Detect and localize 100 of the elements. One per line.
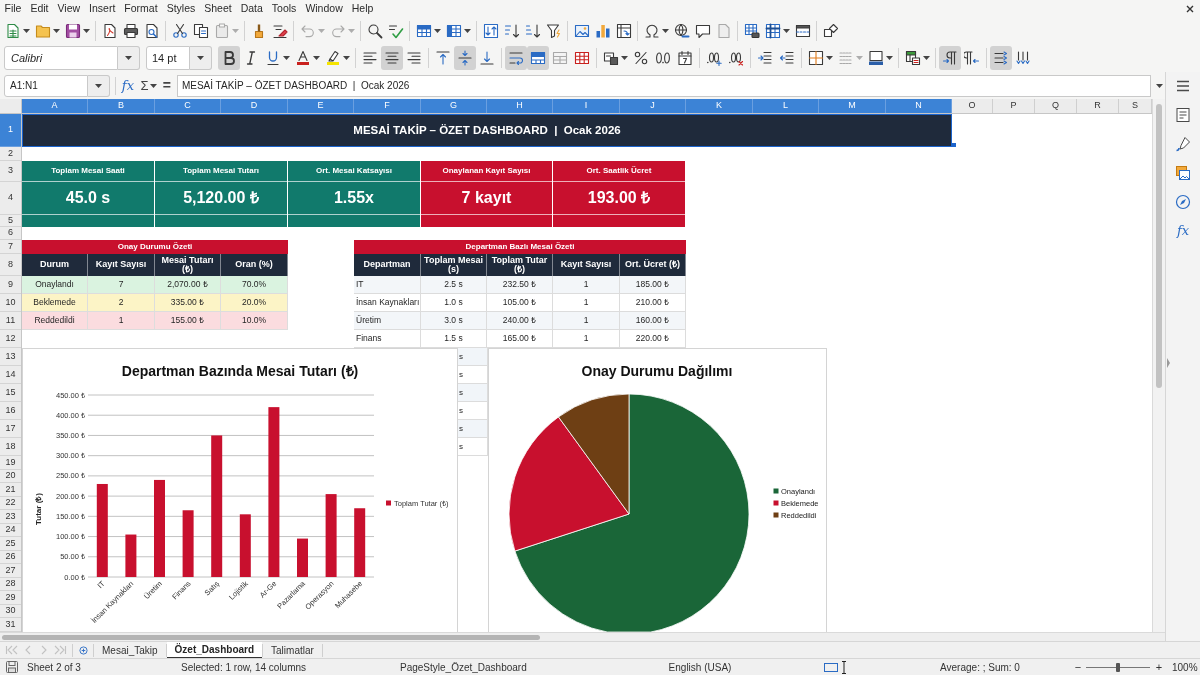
align-middle-button[interactable] [454,46,476,70]
align-center-button[interactable] [381,46,403,70]
row-header[interactable]: 22 [0,497,21,510]
menu-item[interactable]: View [53,0,85,17]
row-header[interactable]: 15 [0,384,21,402]
column-header[interactable]: O [952,99,993,113]
row-header[interactable]: 18 [0,438,21,456]
horizontal-scrollbar[interactable] [0,632,1165,641]
row-header[interactable]: 14 [0,366,21,384]
text-left-to-right-button[interactable] [990,46,1012,70]
column-header[interactable]: H [487,99,553,113]
bold-button[interactable] [218,46,240,70]
row-header[interactable]: 8 [0,254,21,276]
selection-mode-icon[interactable] [823,662,838,672]
row-header[interactable]: 13 [0,348,21,366]
sheet-tab[interactable]: Özet_Dashboard [166,641,263,659]
column-header[interactable]: F [354,99,421,113]
row-header[interactable]: 29 [0,591,21,605]
row-header[interactable]: 20 [0,470,21,483]
menu-item[interactable]: Edit [25,0,53,17]
row-header[interactable]: 11 [0,312,21,330]
menu-item[interactable]: Tools [267,0,301,17]
row-header[interactable]: 19 [0,456,21,470]
row-header[interactable]: 23 [0,510,21,524]
column-header[interactable]: A [22,99,88,113]
row-header[interactable]: 12 [0,330,21,348]
vertical-scrollbar[interactable] [1152,99,1165,632]
row-header[interactable]: 1 [0,114,21,147]
dropdown-button[interactable] [87,74,110,97]
zoom-level-label: 100% [1172,660,1198,675]
column-header[interactable]: C [155,99,221,113]
menu-icon [1176,80,1190,92]
column-header[interactable]: R [1077,99,1119,113]
row-header[interactable]: 9 [0,276,21,294]
column-header[interactable]: Q [1035,99,1077,113]
fill-handle[interactable] [952,143,956,147]
wrap-text-button[interactable] [505,46,527,70]
zoom-in-button[interactable]: + [1154,661,1164,673]
navigator-button[interactable] [1173,192,1193,212]
row-header[interactable]: 2 [0,147,21,161]
left-to-right-button[interactable] [939,46,961,70]
menu-item[interactable]: Sheet [199,0,237,17]
dropdown-button[interactable] [118,46,140,70]
row-header[interactable]: 25 [0,537,21,551]
column-header[interactable]: I [553,99,620,113]
row-header[interactable]: 6 [0,227,21,240]
menu-item[interactable]: File [0,0,26,17]
sheet-tab[interactable]: Talimatlar [263,641,322,659]
column-header[interactable]: P [993,99,1035,113]
scrollbar-thumb[interactable] [1156,104,1162,388]
row-header[interactable]: 3 [0,161,21,182]
column-header[interactable]: B [88,99,155,113]
functions-button[interactable]: fx [1173,221,1193,241]
row-header[interactable]: 10 [0,294,21,312]
font-size-field[interactable]: 14 pt [146,46,190,70]
font-name-field[interactable]: Calibri [4,46,118,70]
row-header[interactable]: 7 [0,240,21,254]
row-header[interactable]: 17 [0,420,21,438]
row-header[interactable]: 5 [0,215,21,227]
menu-item[interactable]: Format [119,0,163,17]
name-box-field[interactable]: A1:N1 [4,74,88,97]
add-sheet-icon[interactable] [79,645,88,655]
menu-item[interactable]: Help [347,0,378,17]
row-header[interactable]: 16 [0,402,21,420]
row-header[interactable]: 30 [0,605,21,618]
align-right-icon [406,50,422,66]
column-header[interactable]: M [819,99,886,113]
sheet-tab[interactable]: Mesai_Takip [94,641,166,659]
row-header[interactable]: 21 [0,483,21,497]
row-header[interactable]: 28 [0,578,21,591]
zoom-slider[interactable] [1086,662,1150,672]
row-header[interactable]: 26 [0,551,21,564]
column-header[interactable]: E [288,99,354,113]
menu-item[interactable]: Data [236,0,268,17]
table-rows-icon [415,22,432,39]
row-header[interactable]: 24 [0,524,21,537]
gallery-button[interactable] [1173,163,1193,183]
column-header[interactable]: N [886,99,952,113]
sum-button[interactable]: Σ [137,74,160,97]
function-wizard-button[interactable]: fx [119,74,136,97]
column-header[interactable]: K [686,99,753,113]
column-header[interactable]: D [221,99,288,113]
dropdown-button[interactable] [190,46,212,70]
column-header[interactable]: L [753,99,819,113]
zoom-out-button[interactable]: − [1073,661,1083,673]
slider-thumb[interactable] [1116,662,1120,672]
properties-button[interactable] [1173,105,1193,125]
menu-item[interactable]: Styles [162,0,200,17]
row-header[interactable]: 4 [0,182,21,215]
merge-center-button[interactable] [527,46,549,70]
scrollbar-thumb[interactable] [2,635,540,640]
caret-icon [312,56,320,60]
menu-item[interactable]: Window [300,0,348,17]
formula-input-field[interactable]: MESAİ TAKİP – ÖZET DASHBOARD | Ocak 2026 [176,74,1151,97]
row-header[interactable]: 27 [0,564,21,578]
menu-item[interactable]: Insert [84,0,120,17]
column-header[interactable]: G [421,99,487,113]
column-header[interactable]: J [620,99,686,113]
formula-button[interactable]: = [159,74,174,97]
title-cell[interactable]: MESAİ TAKİP – ÖZET DASHBOARD | Ocak 2026 [22,114,952,147]
